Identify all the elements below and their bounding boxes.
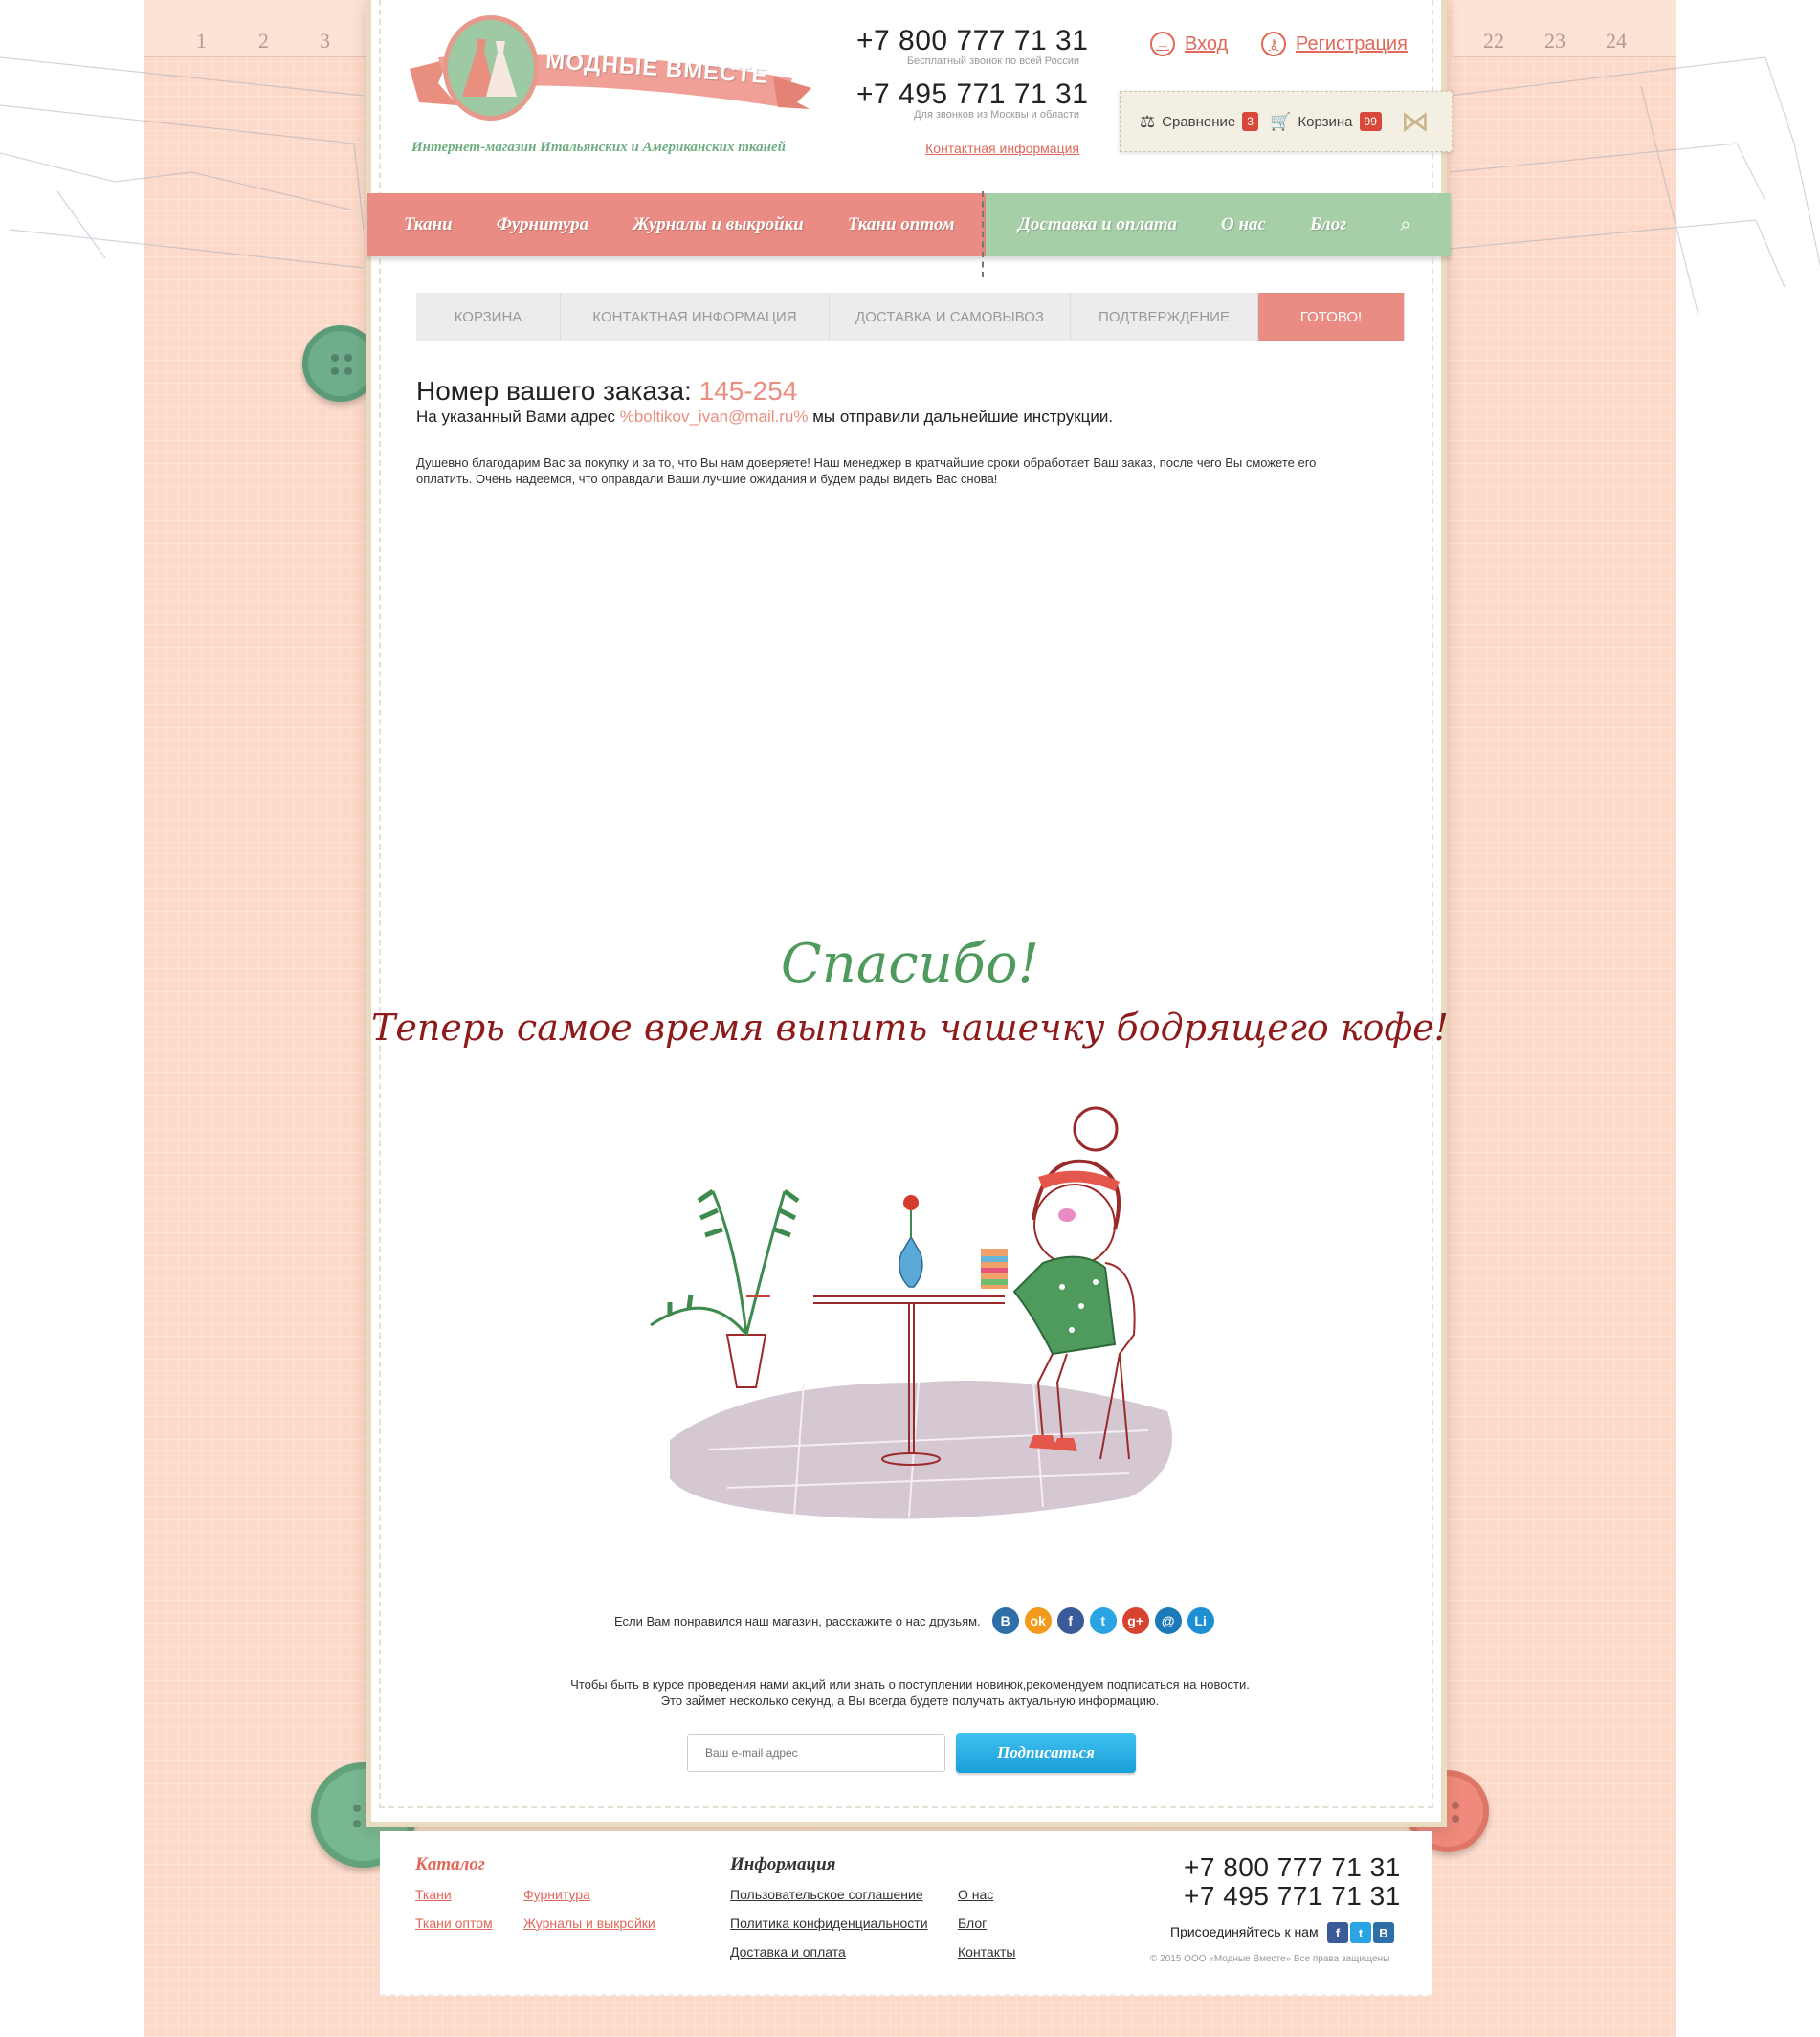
footer-link-delivery[interactable]: Доставка и оплата <box>730 1944 846 1960</box>
dress-icon <box>462 39 517 97</box>
step-cart[interactable]: КОРЗИНА <box>416 293 561 341</box>
phone-toll-free: +7 800 777 71 31 <box>856 25 1089 56</box>
coffee-subheading: Теперь самое время выпить чашечку бодрящ… <box>371 1007 1449 1049</box>
footer-join-text: Присоединяйтесь к нам <box>1170 1924 1319 1939</box>
footer: Каталог Ткани Фурнитура Ткани оптом Журн… <box>380 1831 1432 1996</box>
share-text: Если Вам понравился наш магазин, расскаж… <box>614 1613 981 1628</box>
nav-item-magazines[interactable]: Журналы и выкройки <box>633 214 804 235</box>
odnoklassniki-icon[interactable]: ok <box>1024 1607 1052 1634</box>
cart-count-badge: 99 <box>1359 112 1382 131</box>
order-title: Номер вашего заказа: 145-254 <box>416 376 797 407</box>
liveinternet-icon[interactable]: Li <box>1187 1607 1214 1634</box>
nav-item-delivery[interactable]: Доставка и оплата <box>1018 214 1177 235</box>
subscribe-line1: Чтобы быть в курсе проведения нами акций… <box>570 1677 1250 1692</box>
footer-link-magazines[interactable]: Журналы и выкройки <box>523 1915 655 1931</box>
footer-link-terms[interactable]: Пользовательское соглашение <box>730 1887 923 1902</box>
vk-icon[interactable]: B <box>991 1607 1019 1634</box>
footer-link-blog[interactable]: Блог <box>958 1915 987 1931</box>
footer-info-title: Информация <box>730 1854 836 1874</box>
register-label: Регистрация <box>1296 33 1408 55</box>
nav-item-blog[interactable]: Блог <box>1310 214 1346 235</box>
phone-moscow-note: Для звонков из Москвы и области <box>914 109 1079 121</box>
compare-link[interactable]: ⚖ Сравнение 3 <box>1140 112 1258 132</box>
compare-count-badge: 3 <box>1242 112 1258 131</box>
nav-stitch <box>982 191 991 277</box>
compare-label: Сравнение <box>1162 113 1236 130</box>
order-email: %boltikov_ivan@mail.ru% <box>619 408 809 426</box>
order-email-note: На указанный Вами адрес %boltikov_ivan@m… <box>416 408 1113 427</box>
order-sub-prefix: На указанный Вами адрес <box>416 408 615 426</box>
nav-item-wholesale[interactable]: Ткани оптом <box>848 214 955 235</box>
cart-link[interactable]: 🛒 Корзина 99 <box>1270 112 1382 132</box>
contact-info-link[interactable]: Контактная информация <box>909 141 1079 156</box>
footer-link-wholesale[interactable]: Ткани оптом <box>415 1915 493 1931</box>
footer-vk-icon[interactable]: B <box>1373 1922 1394 1943</box>
checkout-steps: КОРЗИНА КОНТАКТНАЯ ИНФОРМАЦИЯ ДОСТАВКА И… <box>416 293 1405 341</box>
phone-toll-free-note: Бесплатный звонок по всей России <box>906 55 1079 67</box>
content-paper <box>366 0 1447 1827</box>
footer-link-accessories[interactable]: Фурнитура <box>523 1887 590 1902</box>
twitter-icon[interactable]: t <box>1089 1607 1117 1634</box>
girl-drinking-coffee-illustration <box>650 1106 1172 1519</box>
footer-link-fabrics[interactable]: Ткани <box>415 1887 452 1902</box>
subscribe-text: Чтобы быть в курсе проведения нами акций… <box>0 1676 1820 1709</box>
subscribe-email-input[interactable] <box>687 1734 945 1772</box>
order-number: 145-254 <box>699 376 798 406</box>
facebook-icon[interactable]: f <box>1056 1607 1084 1634</box>
google-plus-icon[interactable]: g+ <box>1121 1607 1149 1634</box>
footer-phone-moscow: +7 495 771 71 31 <box>1184 1881 1401 1911</box>
order-title-label: Номер вашего заказа: <box>416 376 692 406</box>
main-nav-right: Доставка и оплата О нас Блог ⌕ <box>986 193 1451 256</box>
thanks-paragraph: Душевно благодарим Вас за покупку и за т… <box>416 455 1317 486</box>
cart-label: Корзина <box>1298 113 1353 130</box>
nav-item-fabrics[interactable]: Ткани <box>404 214 453 235</box>
search-icon[interactable]: ⌕ <box>1400 214 1410 236</box>
step-done: ГОТОВО! <box>1258 293 1405 341</box>
step-confirmation[interactable]: ПОДТВЕРЖДЕНИЕ <box>1071 293 1258 341</box>
phone-moscow: +7 495 771 71 31 <box>856 78 1089 110</box>
footer-link-about[interactable]: О нас <box>958 1887 993 1902</box>
share-row: Если Вам понравился наш магазин, расскаж… <box>614 1607 1214 1634</box>
scales-icon: ⚖ <box>1140 111 1156 131</box>
register-link[interactable]: ⚷ Регистрация <box>1261 32 1408 56</box>
footer-link-contacts[interactable]: Контакты <box>958 1944 1015 1960</box>
mailru-icon[interactable]: @ <box>1154 1607 1182 1634</box>
subscribe-button[interactable]: Подписаться <box>956 1733 1136 1773</box>
footer-phone-toll-free: +7 800 777 71 31 <box>1184 1852 1401 1882</box>
paper-stitching <box>379 0 1433 1808</box>
login-arrow-icon: → <box>1150 32 1175 56</box>
subscribe-line2: Это займет несколько секунд, а Вы всегда… <box>660 1694 1160 1708</box>
nav-item-accessories[interactable]: Фурнитура <box>497 214 588 235</box>
logo-badge[interactable] <box>443 15 539 121</box>
key-icon: ⚷ <box>1261 32 1286 56</box>
login-label: Вход <box>1185 33 1229 55</box>
main-nav-left: Ткани Фурнитура Журналы и выкройки Ткани… <box>367 193 986 256</box>
order-sub-suffix: мы отправили дальнейшие инструкции. <box>812 408 1114 426</box>
sewing-pattern-left <box>0 56 365 269</box>
step-contact-info[interactable]: КОНТАКТНАЯ ИНФОРМАЦИЯ <box>561 293 830 341</box>
bow-icon: ⋈ <box>1400 105 1430 138</box>
nav-item-about[interactable]: О нас <box>1221 214 1266 235</box>
cart-compare-box: ⚖ Сравнение 3 🛒 Корзина 99 ⋈ <box>1120 91 1453 152</box>
cart-icon: 🛒 <box>1269 111 1292 131</box>
footer-link-privacy[interactable]: Политика конфиденциальности <box>730 1915 928 1931</box>
step-delivery[interactable]: ДОСТАВКА И САМОВЫВОЗ <box>830 293 1071 341</box>
login-link[interactable]: → Вход <box>1150 32 1228 56</box>
logo-tagline: Интернет-магазин Итальянских и Американс… <box>411 140 786 155</box>
footer-copyright: © 2015 ООО «Модные Вместе» Все права защ… <box>1150 1954 1390 1964</box>
sewing-pattern-right <box>1450 56 1820 316</box>
footer-twitter-icon[interactable]: t <box>1350 1922 1371 1943</box>
footer-catalog-title: Каталог <box>415 1854 485 1874</box>
footer-facebook-icon[interactable]: f <box>1327 1922 1348 1943</box>
thanks-heading: Спасибо! <box>780 933 1040 995</box>
